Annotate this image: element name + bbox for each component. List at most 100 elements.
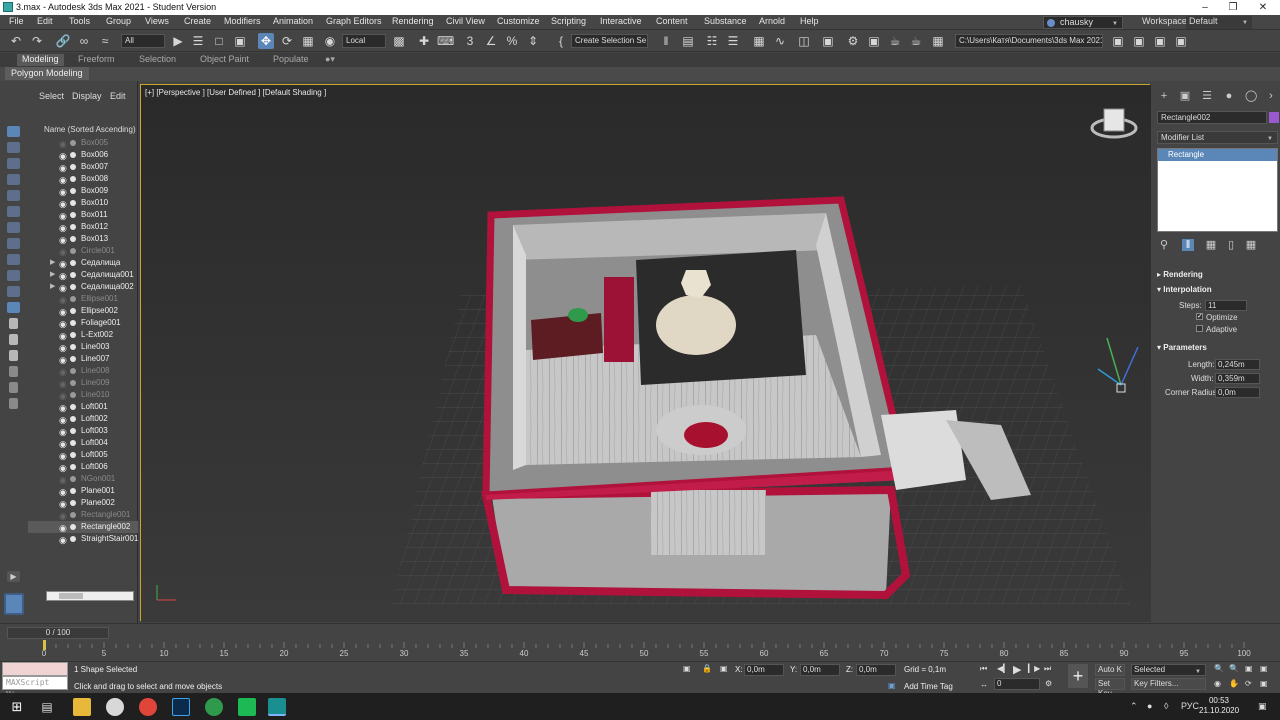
steps-spinner[interactable]: 11 (1205, 300, 1247, 311)
menu-edit[interactable]: Edit (37, 16, 53, 26)
list-item[interactable]: ◉ Box007 (28, 161, 138, 173)
layer-filter-icon[interactable] (9, 366, 18, 377)
optimize-checkbox[interactable]: ✓ (1196, 313, 1203, 320)
menu-civil-view[interactable]: Civil View (446, 16, 485, 26)
list-item[interactable]: ◉ Plane001 (28, 485, 138, 497)
notifications-icon[interactable]: ▣ (1258, 701, 1267, 712)
list-item[interactable]: ◉ Foliage001 (28, 317, 138, 329)
pin-stack-icon[interactable]: ⚲ (1158, 239, 1170, 251)
list-item[interactable]: ▶ ◉ Седалища001 (28, 269, 138, 281)
menu-content[interactable]: Content (656, 16, 688, 26)
menu-help[interactable]: Help (800, 16, 819, 26)
list-item[interactable]: ▶ ◉ Седалища002 (28, 281, 138, 293)
set-key-big-icon[interactable]: + (1068, 664, 1088, 688)
display-all-icon[interactable] (7, 126, 20, 137)
list-item[interactable]: ◉ Box009 (28, 185, 138, 197)
tab-populate[interactable]: Populate (273, 54, 309, 66)
wifi-icon[interactable]: ◊ (1164, 701, 1168, 711)
expand-arrow-icon[interactable]: ▶ (50, 269, 55, 281)
list-item[interactable]: ◉ NGon001 (28, 473, 138, 485)
list-item[interactable]: ◉ Loft005 (28, 449, 138, 461)
list-item[interactable]: ◉ Loft006 (28, 461, 138, 473)
absolute-mode-icon[interactable]: ▣ (720, 664, 728, 673)
list-item[interactable]: ◉ Loft002 (28, 413, 138, 425)
edit-named-sets-icon[interactable]: { (553, 33, 569, 49)
shape-filter-icon[interactable] (7, 158, 20, 169)
object-name-field[interactable]: Rectangle002 (1157, 111, 1267, 124)
maxscript-listener[interactable] (2, 662, 68, 676)
isolate-icon[interactable]: ▣ (683, 664, 691, 673)
width-spinner[interactable]: 0,359m (1215, 373, 1260, 384)
list-item[interactable]: ◉ Line003 (28, 341, 138, 353)
menu-arnold[interactable]: Arnold (759, 16, 785, 26)
render-iterative-icon[interactable]: ☕ (908, 33, 924, 49)
spacewarp-filter-icon[interactable] (7, 222, 20, 233)
list-item[interactable]: ◉ Rectangle001 (28, 509, 138, 521)
tray-chevron-icon[interactable]: ⌃ (1130, 701, 1138, 712)
rotate-icon[interactable]: ⟳ (279, 33, 295, 49)
x-field[interactable]: 0,0m (744, 664, 784, 676)
time-config-icon[interactable]: ⚙ (1045, 679, 1052, 688)
viewport-label[interactable]: [+] [Perspective ] [User Defined ] [Defa… (145, 88, 326, 97)
y-field[interactable]: 0,0m (800, 664, 840, 676)
zoom-extents-icon[interactable]: ▣ (1245, 664, 1253, 673)
menu-tools[interactable]: Tools (69, 16, 90, 26)
place-icon[interactable]: ◉ (322, 33, 338, 49)
open-project-icon[interactable]: ▣ (1110, 33, 1126, 49)
spinner-snap-icon[interactable]: ⇕ (525, 33, 541, 49)
expand-arrow-icon[interactable]: ▶ (50, 257, 55, 269)
chrome-icon[interactable] (139, 698, 157, 716)
link-icon[interactable]: 🔗 (55, 33, 71, 49)
ribbon-options-icon[interactable]: ●▾ (325, 54, 335, 66)
field-of-view-icon[interactable]: ◉ (1214, 679, 1221, 688)
list-item[interactable]: ◉ Box005 (28, 137, 138, 149)
material-editor-icon[interactable]: ▣ (820, 33, 836, 49)
project-path-dropdown[interactable]: C:\Users\Катя\Documents\3ds Max 2021 (955, 34, 1103, 48)
motion-tab-icon[interactable]: ● (1223, 90, 1235, 102)
selection-filter-dropdown[interactable]: All (121, 34, 165, 48)
explorer-column-header[interactable]: Name (Sorted Ascending) (44, 125, 136, 134)
tray-app-icon[interactable]: ● (1147, 701, 1152, 711)
create-tab-icon[interactable]: + (1158, 90, 1170, 102)
scroll-thumb[interactable] (59, 593, 83, 599)
rollout-interpolation[interactable]: ▾ Interpolation (1157, 285, 1278, 294)
tab-modeling[interactable]: Modeling (17, 54, 64, 66)
menu-group[interactable]: Group (106, 16, 131, 26)
app-icon-2[interactable] (106, 698, 124, 716)
menu-views[interactable]: Views (145, 16, 169, 26)
menu-interactive[interactable]: Interactive (600, 16, 642, 26)
set-project-icon[interactable]: ▣ (1131, 33, 1147, 49)
camera-filter-icon[interactable] (7, 190, 20, 201)
list-item[interactable]: ◉ Loft003 (28, 425, 138, 437)
menu-substance[interactable]: Substance (704, 16, 747, 26)
account-dropdown[interactable]: chausky ▼ (1043, 16, 1123, 29)
bookmark-icon[interactable] (9, 398, 18, 409)
project-folder-icon[interactable]: ▣ (1152, 33, 1168, 49)
curve-editor-icon[interactable]: ∿ (772, 33, 788, 49)
set-key-button[interactable]: Set Key (1095, 678, 1125, 698)
maximize-viewport-icon[interactable]: ▣ (1260, 679, 1268, 688)
list-item[interactable]: ◉ Ellipse001 (28, 293, 138, 305)
render-gallery-icon[interactable]: ▦ (930, 33, 946, 49)
geometry-filter-icon[interactable] (7, 142, 20, 153)
workspace-dropdown[interactable]: Default ▼ (1186, 16, 1252, 29)
ref-coord-dropdown[interactable]: Local (342, 34, 386, 48)
undo-icon[interactable]: ↶ (8, 33, 24, 49)
add-time-tag[interactable]: Add Time Tag (904, 682, 953, 691)
make-unique-icon[interactable]: ▦ (1205, 239, 1217, 251)
zoom-extents-all-icon[interactable]: ▣ (1260, 664, 1268, 673)
layer-explorer-icon[interactable]: ☰ (725, 33, 741, 49)
explorer-tab-edit[interactable]: Edit (110, 91, 126, 101)
pivot-icon[interactable]: ▩ (391, 33, 407, 49)
scale-icon[interactable]: ▦ (300, 33, 316, 49)
list-item[interactable]: ◉ Box013 (28, 233, 138, 245)
selected-dropdown[interactable]: Selected ▼ (1131, 664, 1206, 676)
display-tab-icon[interactable]: ◯ (1245, 90, 1257, 102)
percent-snap-icon[interactable]: % (504, 33, 520, 49)
configure-sets-icon[interactable]: ▦ (1245, 239, 1257, 251)
show-end-result-icon[interactable]: ‖ (1182, 239, 1194, 251)
track-bar[interactable]: 0 5 10 15 20 25 30 35 40 45 50 55 60 65 70 75 80 85 90 95 10… (8, 640, 1263, 658)
redo-icon[interactable]: ↷ (29, 33, 45, 49)
maximize-button[interactable]: ❐ (1218, 0, 1248, 15)
adaptive-checkbox[interactable] (1196, 325, 1203, 332)
